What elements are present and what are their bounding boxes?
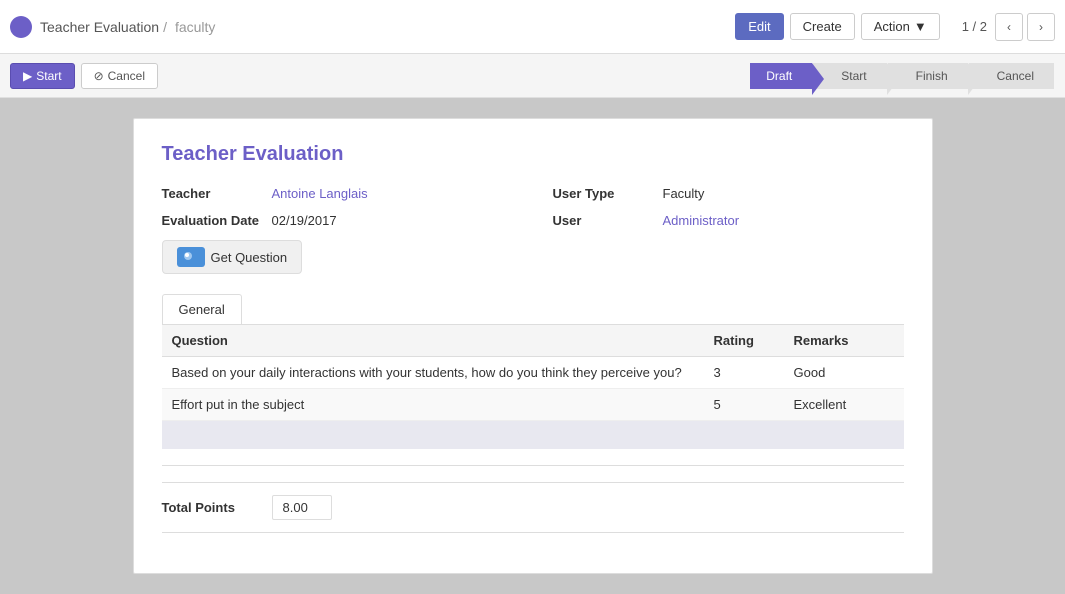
bottom-separator xyxy=(162,532,904,533)
cell-question: Effort put in the subject xyxy=(162,389,704,421)
teacher-value[interactable]: Antoine Langlais xyxy=(272,186,368,201)
cancel-workflow-button[interactable]: ⊘ Cancel xyxy=(81,63,158,89)
form-card: Teacher Evaluation Teacher Antoine Langl… xyxy=(133,118,933,574)
top-bar: Teacher Evaluation / faculty Edit Create… xyxy=(0,0,1065,54)
cell-remarks: Good xyxy=(784,357,904,389)
pagination-text: 1 / 2 xyxy=(962,19,987,34)
tab-list: General xyxy=(162,294,904,325)
breadcrumb: Teacher Evaluation / faculty xyxy=(40,19,735,35)
cell-remarks: Excellent xyxy=(784,389,904,421)
start-workflow-button[interactable]: ▶ Start xyxy=(10,63,75,89)
form-fields: Teacher Antoine Langlais Evaluation Date… xyxy=(162,186,904,274)
main-content: Teacher Evaluation Teacher Antoine Langl… xyxy=(0,98,1065,594)
user-type-label: User Type xyxy=(553,186,663,201)
form-col-right: User Type Faculty User Administrator xyxy=(553,186,904,274)
cancel-icon: ⊘ xyxy=(94,69,104,83)
total-section: Total Points 8.00 xyxy=(162,482,904,520)
user-value[interactable]: Administrator xyxy=(663,213,740,228)
table-header-row: Question Rating Remarks xyxy=(162,325,904,357)
get-question-label: Get Question xyxy=(211,250,288,265)
form-title: Teacher Evaluation xyxy=(162,143,904,166)
edit-button[interactable]: Edit xyxy=(735,13,783,40)
top-bar-actions: Edit Create Action ▼ 1 / 2 ‹ › xyxy=(735,13,1055,41)
table-row: Based on your daily interactions with yo… xyxy=(162,357,904,389)
total-value: 8.00 xyxy=(272,495,332,520)
total-label: Total Points xyxy=(162,500,272,515)
tab-general[interactable]: General xyxy=(162,294,242,324)
get-question-icon xyxy=(177,247,205,267)
breadcrumb-link-teacher-evaluation[interactable]: Teacher Evaluation xyxy=(40,19,159,35)
create-button[interactable]: Create xyxy=(790,13,855,40)
workflow-step-start: Start xyxy=(813,63,886,89)
pagination-controls: 1 / 2 ‹ › xyxy=(962,13,1055,41)
teacher-row: Teacher Antoine Langlais xyxy=(162,186,513,201)
cell-question: Based on your daily interactions with yo… xyxy=(162,357,704,389)
col-rating: Rating xyxy=(704,325,784,357)
col-question: Question xyxy=(162,325,704,357)
user-type-row: User Type Faculty xyxy=(553,186,904,201)
table-row: Effort put in the subject 5 Excellent xyxy=(162,389,904,421)
tabs: General Question Rating Remarks Based on… xyxy=(162,294,904,449)
eval-date-label: Evaluation Date xyxy=(162,213,272,228)
empty-row xyxy=(162,421,904,449)
user-label: User xyxy=(553,213,663,228)
form-col-left: Teacher Antoine Langlais Evaluation Date… xyxy=(162,186,513,274)
app-logo xyxy=(10,16,32,38)
workflow-step-draft: Draft xyxy=(750,63,812,89)
eval-date-row: Evaluation Date 02/19/2017 xyxy=(162,213,513,228)
user-row: User Administrator xyxy=(553,213,904,228)
separator xyxy=(162,465,904,466)
action-button[interactable]: Action ▼ xyxy=(861,13,940,40)
get-question-button[interactable]: Get Question xyxy=(162,240,303,274)
cell-rating: 3 xyxy=(704,357,784,389)
user-type-value: Faculty xyxy=(663,186,705,201)
teacher-label: Teacher xyxy=(162,186,272,201)
eval-date-value: 02/19/2017 xyxy=(272,213,337,228)
col-remarks: Remarks xyxy=(784,325,904,357)
workflow-bar: ▶ Start ⊘ Cancel Draft Start Finish Canc… xyxy=(0,54,1065,98)
play-icon: ▶ xyxy=(23,69,32,83)
breadcrumb-current: faculty xyxy=(175,19,215,35)
evaluation-table: Question Rating Remarks Based on your da… xyxy=(162,325,904,421)
prev-button[interactable]: ‹ xyxy=(995,13,1023,41)
workflow-step-cancel: Cancel xyxy=(969,63,1054,89)
breadcrumb-separator: / xyxy=(163,19,167,35)
workflow-steps: Draft Start Finish Cancel xyxy=(750,63,1055,89)
cell-rating: 5 xyxy=(704,389,784,421)
dropdown-arrow-icon: ▼ xyxy=(914,19,927,34)
workflow-step-finish: Finish xyxy=(888,63,968,89)
next-button[interactable]: › xyxy=(1027,13,1055,41)
